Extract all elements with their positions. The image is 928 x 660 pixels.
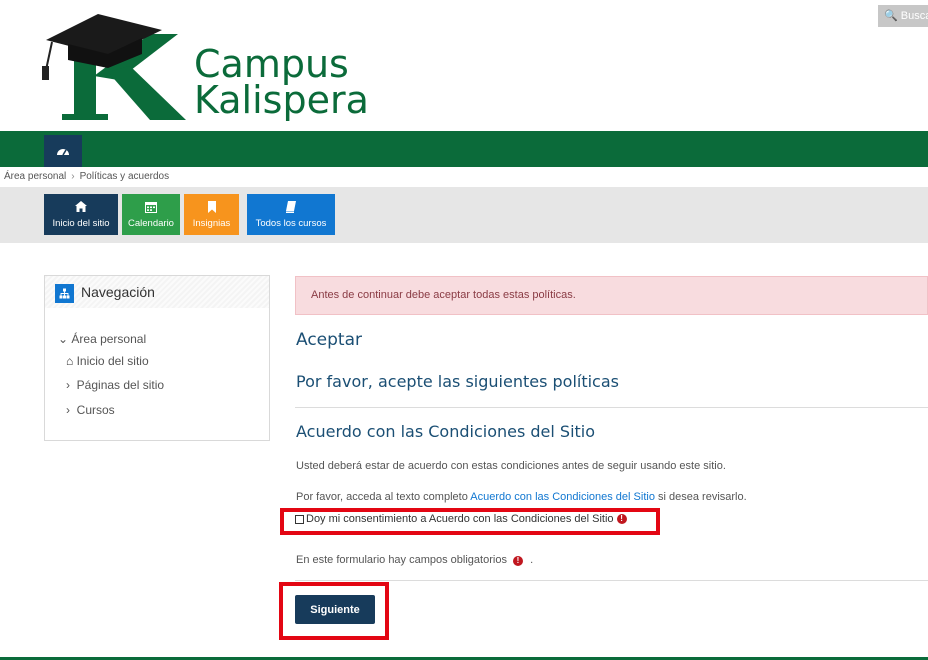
required-icon: ! <box>513 556 524 566</box>
quick-link-insignias[interactable]: Insignias <box>184 194 239 235</box>
page-title: Aceptar <box>296 330 362 350</box>
quick-link-calendario[interactable]: Calendario <box>122 194 180 235</box>
divider <box>295 407 928 408</box>
required-note-text: En este formulario hay campos obligatori… <box>296 554 507 566</box>
nav-item-label: Inicio del sitio <box>76 354 149 368</box>
chevron-right-icon: › <box>66 403 70 417</box>
breadcrumb-area-personal[interactable]: Área personal <box>4 171 66 182</box>
bookmark-icon <box>207 201 216 213</box>
required-note-end: . <box>530 554 534 566</box>
sitemap-icon <box>55 284 74 303</box>
chevron-down-icon: ⌄ <box>58 332 69 346</box>
navigation-title: Navegación <box>81 284 155 300</box>
nav-item-paginas-sitio[interactable]: › Páginas del sitio <box>66 378 164 392</box>
breadcrumb-separator-icon: › <box>71 171 75 182</box>
home-icon <box>75 201 87 212</box>
main-navbar <box>0 131 928 167</box>
nav-item-inicio-sitio[interactable]: ⌂ Inicio del sitio <box>66 354 149 368</box>
full-text-suffix: si desea revisarlo. <box>658 491 747 503</box>
nav-item-label: Páginas del sitio <box>76 378 165 392</box>
consent-highlight-box <box>280 508 660 535</box>
quick-link-label: Calendario <box>128 218 174 229</box>
chevron-right-icon: › <box>66 378 70 392</box>
quick-link-inicio[interactable]: Inicio del sitio <box>44 194 118 235</box>
policy-full-text-line: Por favor, acceda al texto completo Acue… <box>296 491 747 503</box>
nav-item-label: Área personal <box>71 332 147 346</box>
quick-link-label: Insignias <box>192 218 231 229</box>
quick-link-todos-cursos[interactable]: Todos los cursos <box>247 194 335 235</box>
breadcrumb: Área personal › Políticas y acuerdos <box>4 171 169 182</box>
search-label: Busca <box>900 10 928 22</box>
campus-logo[interactable] <box>38 10 188 122</box>
next-button-highlight-box <box>279 582 389 640</box>
divider <box>295 580 928 581</box>
dashboard-button[interactable] <box>44 135 82 167</box>
dashboard-icon <box>57 149 69 156</box>
nav-item-label: Cursos <box>76 403 115 417</box>
search-button[interactable]: 🔍 Busca <box>878 5 928 27</box>
search-icon: 🔍 <box>884 10 898 22</box>
navigation-block-header <box>45 276 269 308</box>
brand-name-line2: Kalispera <box>194 78 369 122</box>
breadcrumb-politicas[interactable]: Políticas y acuerdos <box>80 171 170 182</box>
full-text-prefix: Por favor, acceda al texto completo <box>296 491 468 503</box>
policy-title: Acuerdo con las Condiciones del Sitio <box>296 422 596 441</box>
policies-subheading: Por favor, acepte las siguientes polític… <box>296 372 619 391</box>
quick-link-label: Todos los cursos <box>255 218 327 229</box>
policy-summary: Usted deberá estar de acuerdo con estas … <box>296 460 726 472</box>
quick-link-label: Inicio del sitio <box>52 218 110 229</box>
policy-alert: Antes de continuar debe aceptar todas es… <box>295 276 928 315</box>
required-fields-note: En este formulario hay campos obligatori… <box>296 554 533 566</box>
home-icon: ⌂ <box>66 354 74 368</box>
policy-full-text-link[interactable]: Acuerdo con las Condiciones del Sitio <box>470 491 655 503</box>
calendar-icon <box>145 202 157 213</box>
book-icon <box>286 201 296 213</box>
nav-item-area-personal[interactable]: ⌄ Área personal <box>58 332 146 346</box>
nav-item-cursos[interactable]: › Cursos <box>66 403 115 417</box>
